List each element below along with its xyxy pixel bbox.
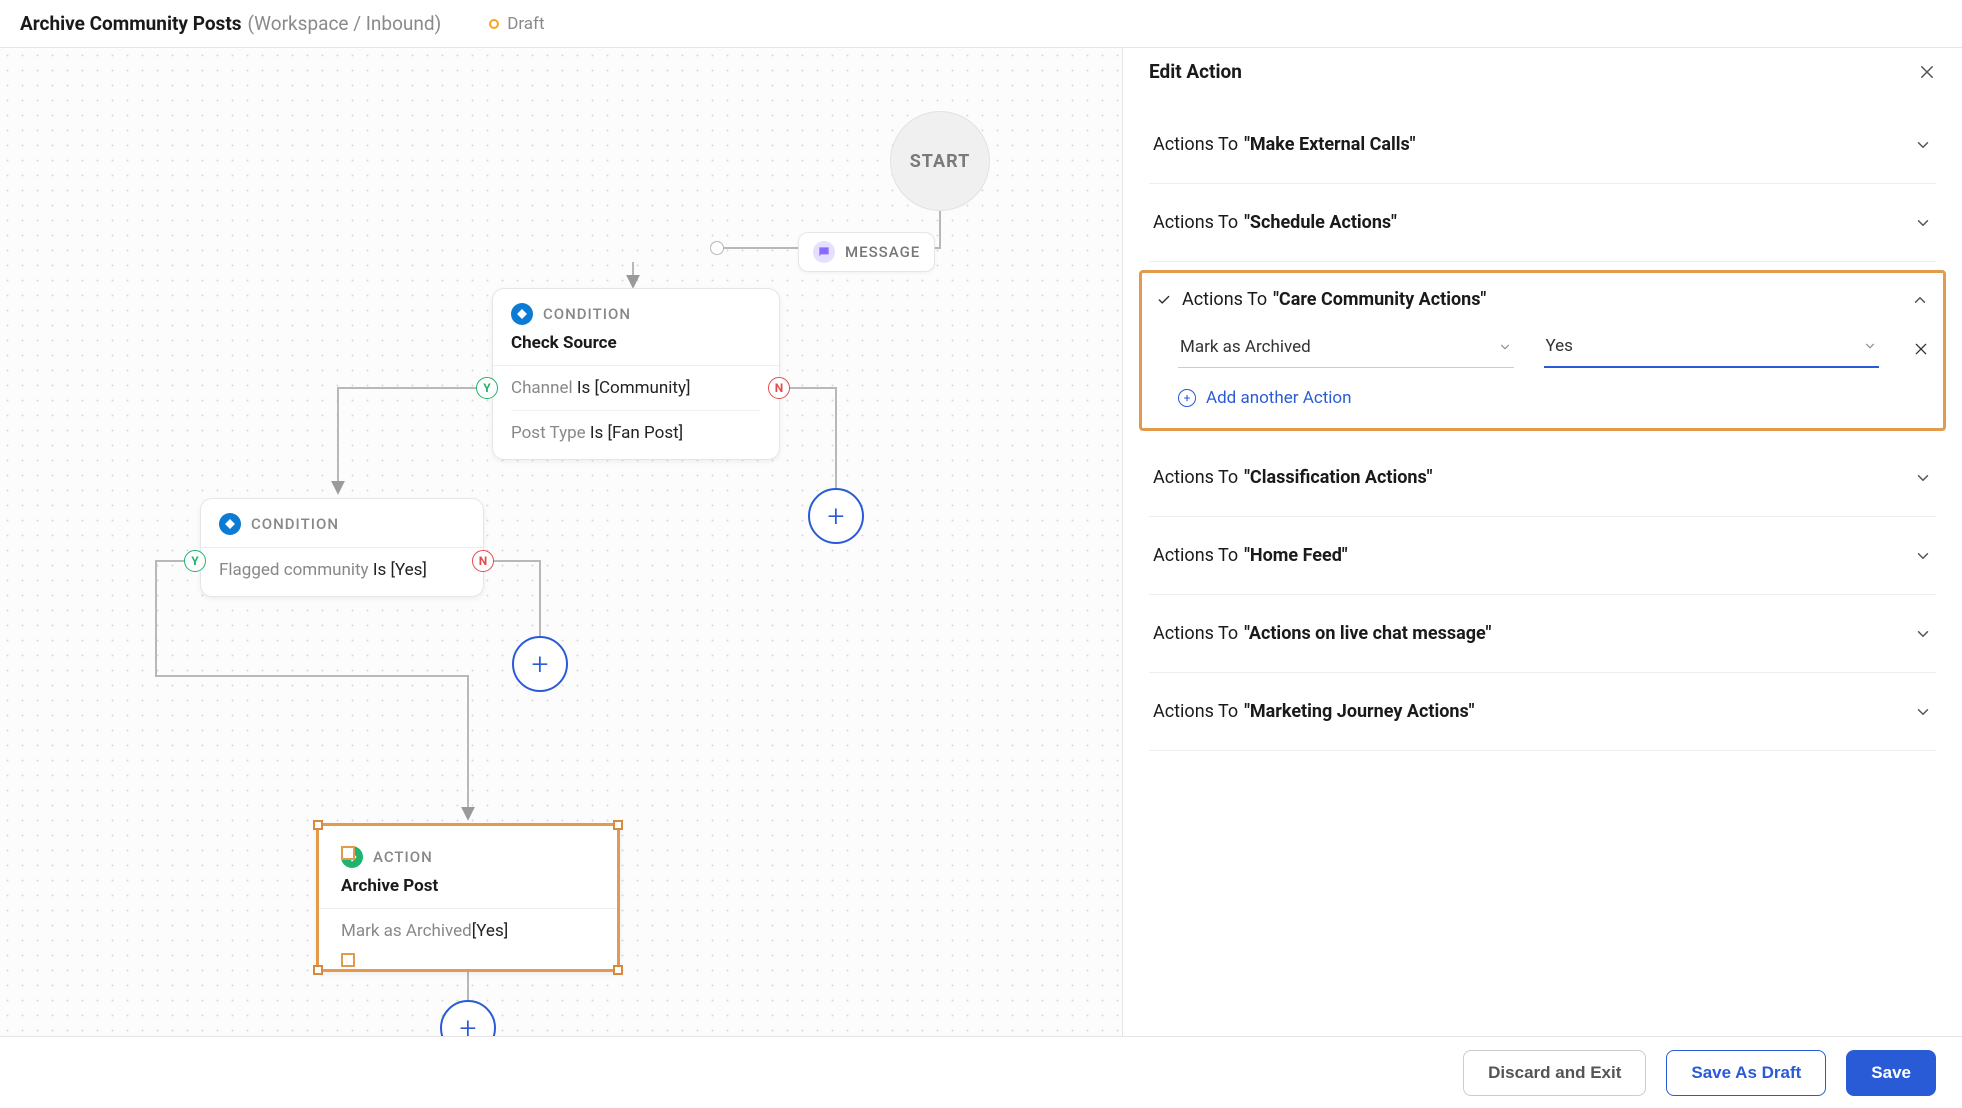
condition-icon (219, 513, 241, 535)
section-toggle[interactable]: Actions To "Care Community Actions" (1152, 273, 1933, 326)
discard-and-exit-button[interactable]: Discard and Exit (1463, 1050, 1646, 1096)
action-node-archive-post[interactable]: ACTION Archive Post Mark as Archived[Yes… (316, 823, 620, 972)
chevron-down-icon (1914, 703, 1932, 721)
node-type-label: ACTION (373, 848, 433, 866)
section-make-external-calls: Actions To "Make External Calls" (1149, 106, 1936, 184)
chevron-down-icon (1914, 625, 1932, 643)
node-title: Archive Post (341, 876, 595, 896)
flow-canvas[interactable]: START MESSAGE CONDITION Check Source (0, 48, 1122, 1036)
chevron-down-icon (1914, 136, 1932, 154)
status-badge: Draft (489, 14, 544, 34)
add-another-action-button[interactable]: + Add another Action (1152, 368, 1933, 412)
save-button[interactable]: Save (1846, 1050, 1936, 1096)
add-node-button[interactable]: + (440, 1000, 496, 1036)
status-label: Draft (507, 14, 544, 34)
condition-node-check-source[interactable]: CONDITION Check Source Channel Is [Commu… (492, 288, 780, 460)
condition-node-flagged[interactable]: CONDITION Flagged community Is [Yes] (200, 498, 484, 597)
action-select[interactable]: Mark as Archived (1178, 331, 1514, 368)
panel-title: Edit Action (1149, 60, 1918, 83)
section-care-community-actions: Actions To "Care Community Actions" Mark… (1139, 270, 1946, 431)
section-schedule-actions: Actions To "Schedule Actions" (1149, 184, 1936, 262)
chevron-down-icon (1863, 339, 1877, 353)
section-toggle[interactable]: Actions To "Home Feed" (1149, 517, 1936, 594)
chevron-down-icon (1498, 340, 1512, 354)
message-type-label: MESSAGE (845, 243, 920, 261)
section-marketing-journey-actions: Actions To "Marketing Journey Actions" (1149, 673, 1936, 751)
main-split: START MESSAGE CONDITION Check Source (0, 48, 1962, 1036)
value-select[interactable]: Yes (1544, 330, 1880, 368)
branch-yes-badge: Y (476, 377, 498, 399)
condition-row: Channel Is [Community] (511, 366, 761, 411)
chevron-down-icon (1914, 469, 1932, 487)
remove-row-button[interactable] (1909, 341, 1933, 357)
close-panel-button[interactable] (1918, 63, 1936, 81)
app-header: Archive Community Posts (Workspace / Inb… (0, 0, 1962, 48)
node-type-label: CONDITION (251, 515, 339, 533)
condition-row: Post Type Is [Fan Post] (511, 411, 761, 455)
chevron-up-icon (1911, 291, 1929, 309)
start-label: START (910, 151, 971, 172)
chevron-down-icon (1914, 547, 1932, 565)
section-toggle[interactable]: Actions To "Make External Calls" (1149, 106, 1936, 183)
message-node[interactable]: MESSAGE (798, 232, 935, 272)
connector-joint (710, 241, 724, 255)
breadcrumb: (Workspace / Inbound) (248, 12, 442, 35)
section-toggle[interactable]: Actions To "Marketing Journey Actions" (1149, 673, 1936, 750)
node-title: Check Source (511, 333, 761, 353)
footer-bar: Discard and Exit Save As Draft Save (0, 1036, 1962, 1108)
check-icon (1156, 293, 1172, 307)
add-node-button[interactable]: + (512, 636, 568, 692)
condition-row: Flagged community Is [Yes] (219, 548, 465, 592)
section-toggle[interactable]: Actions To "Actions on live chat message… (1149, 595, 1936, 672)
node-type-label: CONDITION (543, 305, 631, 323)
page-title: Archive Community Posts (20, 12, 242, 35)
section-live-chat-actions: Actions To "Actions on live chat message… (1149, 595, 1936, 673)
action-icon (341, 846, 363, 868)
status-dot-icon (489, 19, 499, 29)
start-node[interactable]: START (890, 111, 990, 211)
action-row: Mark as Archived[Yes] (341, 909, 595, 953)
chevron-down-icon (1914, 214, 1932, 232)
section-toggle[interactable]: Actions To "Classification Actions" (1149, 439, 1936, 516)
add-node-button[interactable]: + (808, 488, 864, 544)
branch-no-badge: N (768, 377, 790, 399)
save-as-draft-button[interactable]: Save As Draft (1666, 1050, 1826, 1096)
condition-icon (511, 303, 533, 325)
section-home-feed: Actions To "Home Feed" (1149, 517, 1936, 595)
plus-icon: + (1178, 389, 1196, 407)
edit-action-panel: Edit Action Actions To "Make External Ca… (1122, 48, 1962, 1036)
branch-no-badge: N (472, 550, 494, 572)
section-toggle[interactable]: Actions To "Schedule Actions" (1149, 184, 1936, 261)
message-icon (813, 241, 835, 263)
section-classification-actions: Actions To "Classification Actions" (1149, 439, 1936, 517)
branch-yes-badge: Y (184, 550, 206, 572)
